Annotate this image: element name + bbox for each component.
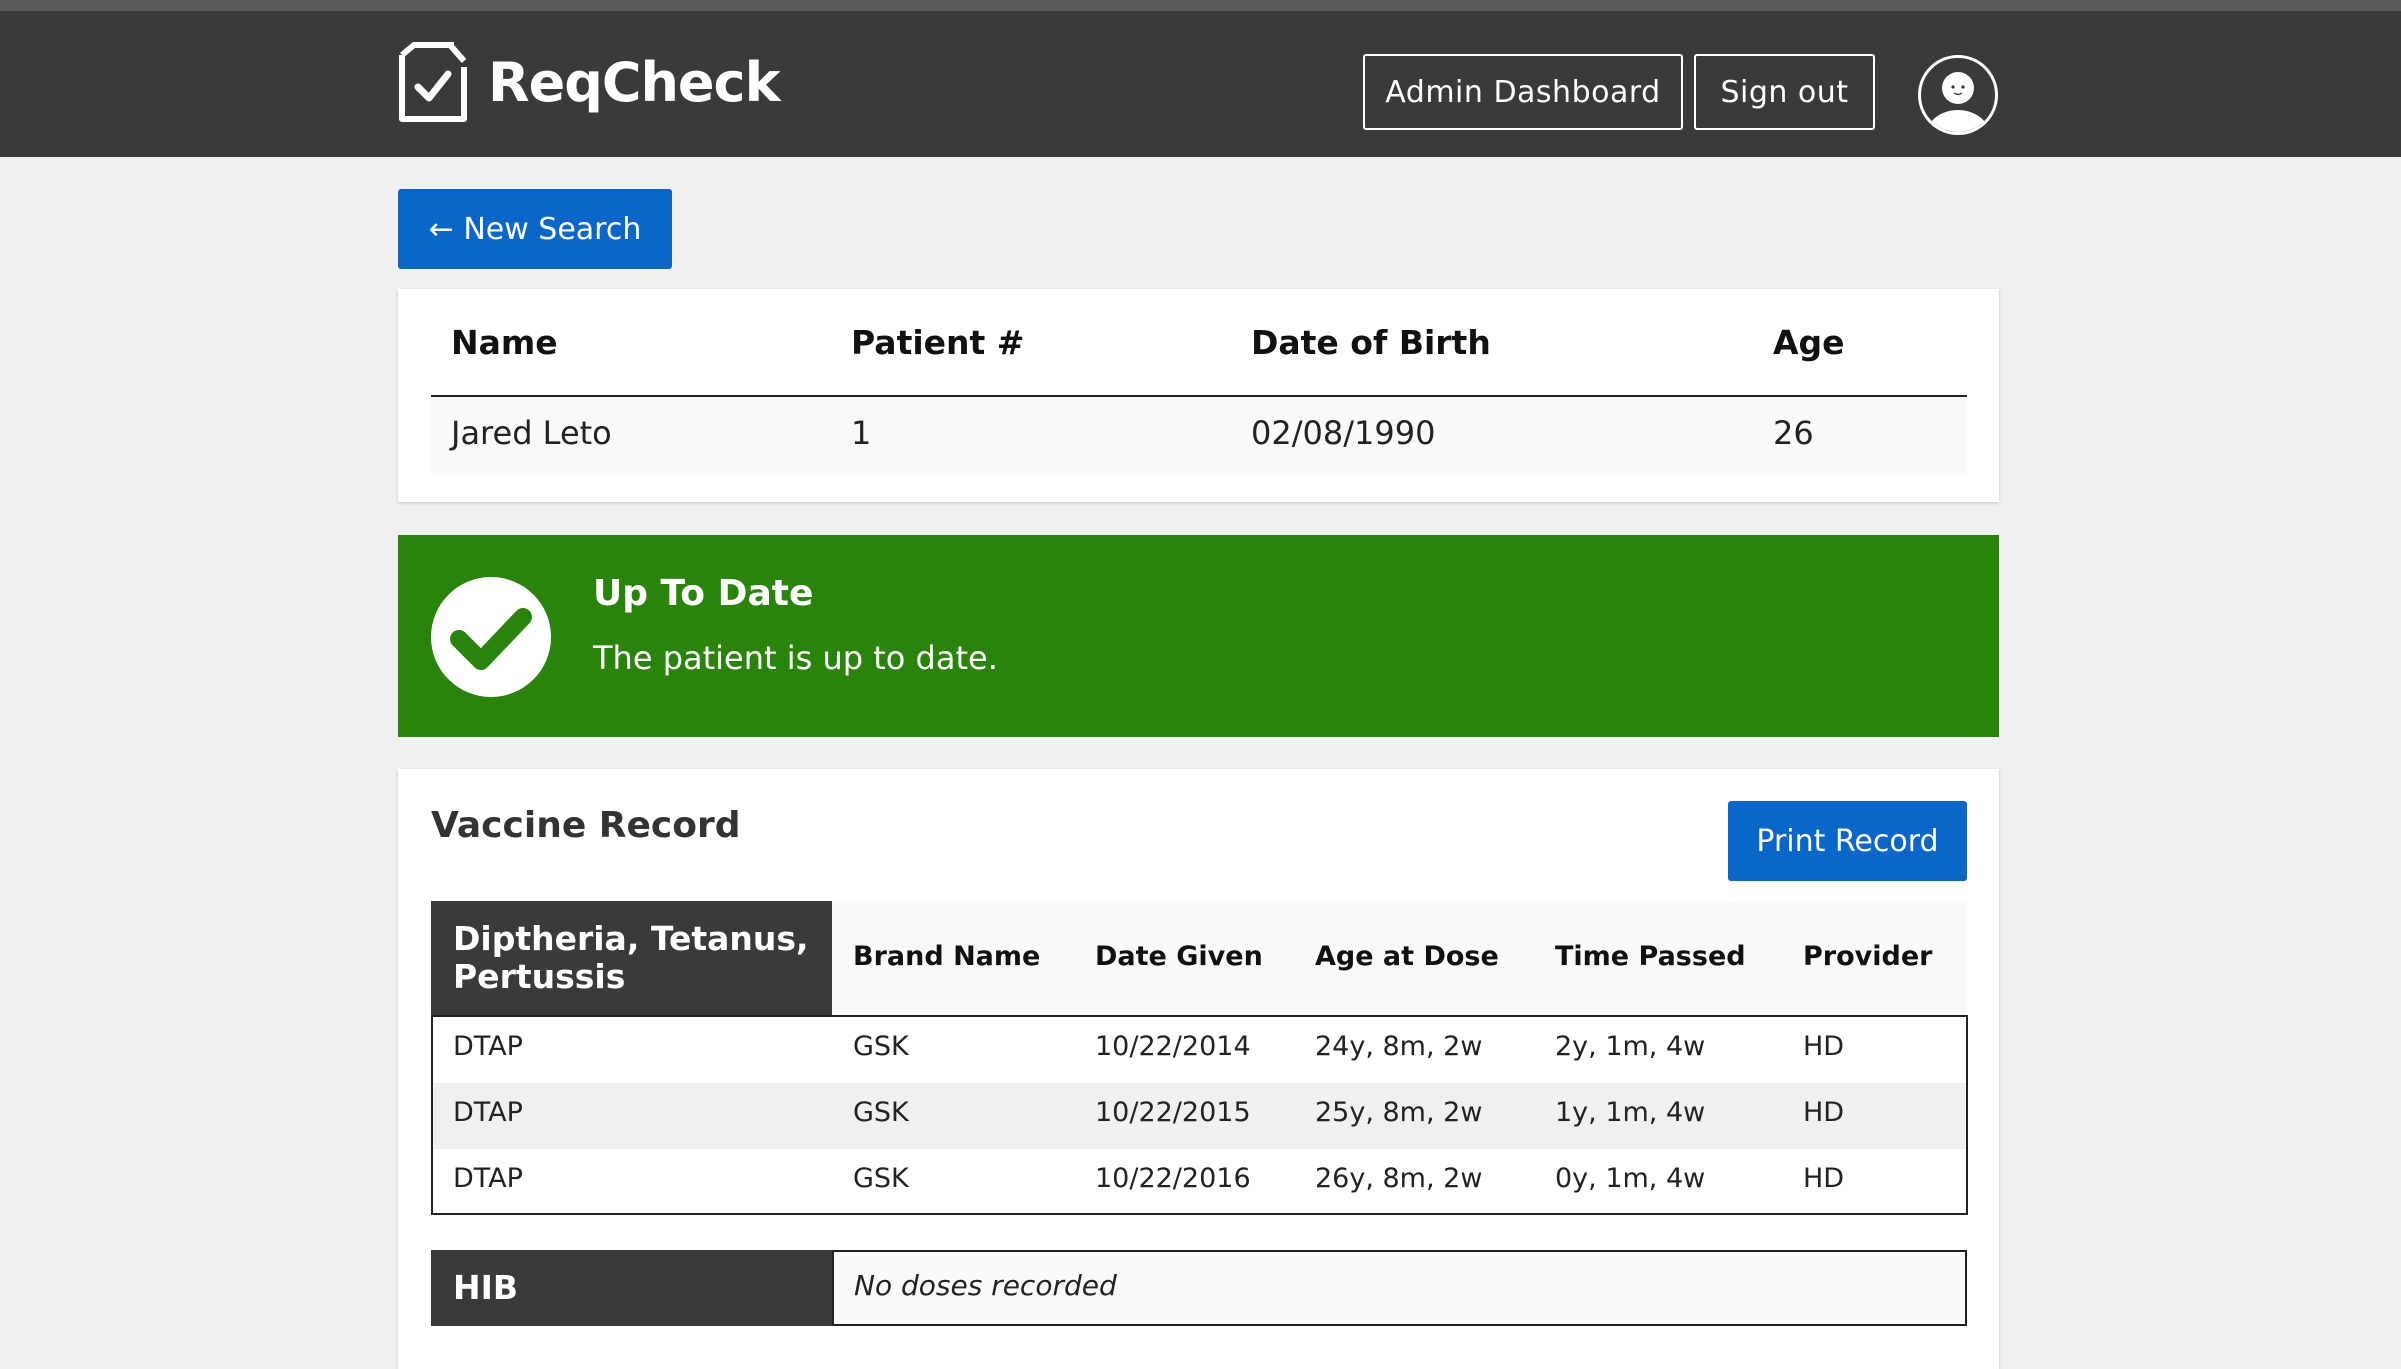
column-provider: Provider [1803,941,1933,972]
patient-name-header: Name [451,323,558,362]
patient-age: 26 [1773,414,1814,452]
patient-dob: 02/08/1990 [1251,414,1436,452]
vaccine-name: DTAP [453,1163,523,1194]
print-record-button[interactable]: Print Record [1728,801,1967,881]
no-doses-note: No doses recorded [854,1269,1117,1302]
new-search-button[interactable]: ← New Search [398,189,672,269]
vaccine-record-card: Vaccine Record Print Record Diptheria, T… [398,769,1999,1369]
age-at-dose: 24y, 8m, 2w [1315,1031,1483,1062]
app-logo[interactable]: ReqCheck [398,41,780,123]
vaccine-name: DTAP [453,1031,523,1062]
column-age-at-dose: Age at Dose [1315,941,1499,972]
column-brand-name: Brand Name [853,941,1041,972]
time-passed: 0y, 1m, 4w [1555,1163,1706,1194]
vaccine-record-title: Vaccine Record [431,805,741,846]
dtp-doses-table: DTAP GSK 10/22/2014 24y, 8m, 2w 2y, 1m, … [431,1015,1968,1215]
checkmark-circle-icon [431,577,551,697]
status-message: The patient is up to date. [593,639,998,677]
patient-age-header: Age [1773,323,1845,362]
patient-number-header: Patient # [851,323,1025,362]
brand-name: GSK [853,1031,909,1062]
user-avatar-icon[interactable] [1918,55,1998,135]
table-row: DTAP GSK 10/22/2014 24y, 8m, 2w 2y, 1m, … [433,1017,1966,1083]
table-row: DTAP GSK 10/22/2015 25y, 8m, 2w 1y, 1m, … [433,1083,1966,1149]
hib-doses-table: No doses recorded [832,1250,1967,1326]
patient-dob-header: Date of Birth [1251,323,1491,362]
age-at-dose: 25y, 8m, 2w [1315,1097,1483,1128]
provider: HD [1803,1163,1845,1194]
table-row: DTAP GSK 10/22/2016 26y, 8m, 2w 0y, 1m, … [433,1149,1966,1215]
status-title: Up To Date [593,573,814,614]
column-time-passed: Time Passed [1555,941,1746,972]
patient-row [431,397,1967,473]
patient-number: 1 [851,414,872,452]
patient-name: Jared Leto [451,414,612,452]
brand-name: GSK [853,1097,909,1128]
brand-name: GSK [853,1163,909,1194]
sign-out-button[interactable]: Sign out [1694,54,1875,130]
age-at-dose: 26y, 8m, 2w [1315,1163,1483,1194]
date-given: 10/22/2016 [1095,1163,1251,1194]
date-given: 10/22/2014 [1095,1031,1251,1062]
checklist-document-icon [399,42,467,122]
column-date-given: Date Given [1095,941,1263,972]
provider: HD [1803,1031,1845,1062]
status-banner: Up To Date The patient is up to date. [398,535,1999,737]
time-passed: 1y, 1m, 4w [1555,1097,1706,1128]
app-name: ReqCheck [488,50,780,114]
app-header: ReqCheck Admin Dashboard Sign out [0,11,2401,157]
time-passed: 2y, 1m, 4w [1555,1031,1706,1062]
admin-dashboard-button[interactable]: Admin Dashboard [1363,54,1683,130]
window-top-strip [0,0,2401,11]
provider: HD [1803,1097,1845,1128]
vaccine-name: DTAP [453,1097,523,1128]
patient-info-card: Name Patient # Date of Birth Age Jared L… [398,289,1999,502]
group-header-hib: HIB [431,1250,832,1326]
group-header-dtp: Diptheria, Tetanus, Pertussis [431,901,832,1017]
date-given: 10/22/2015 [1095,1097,1251,1128]
